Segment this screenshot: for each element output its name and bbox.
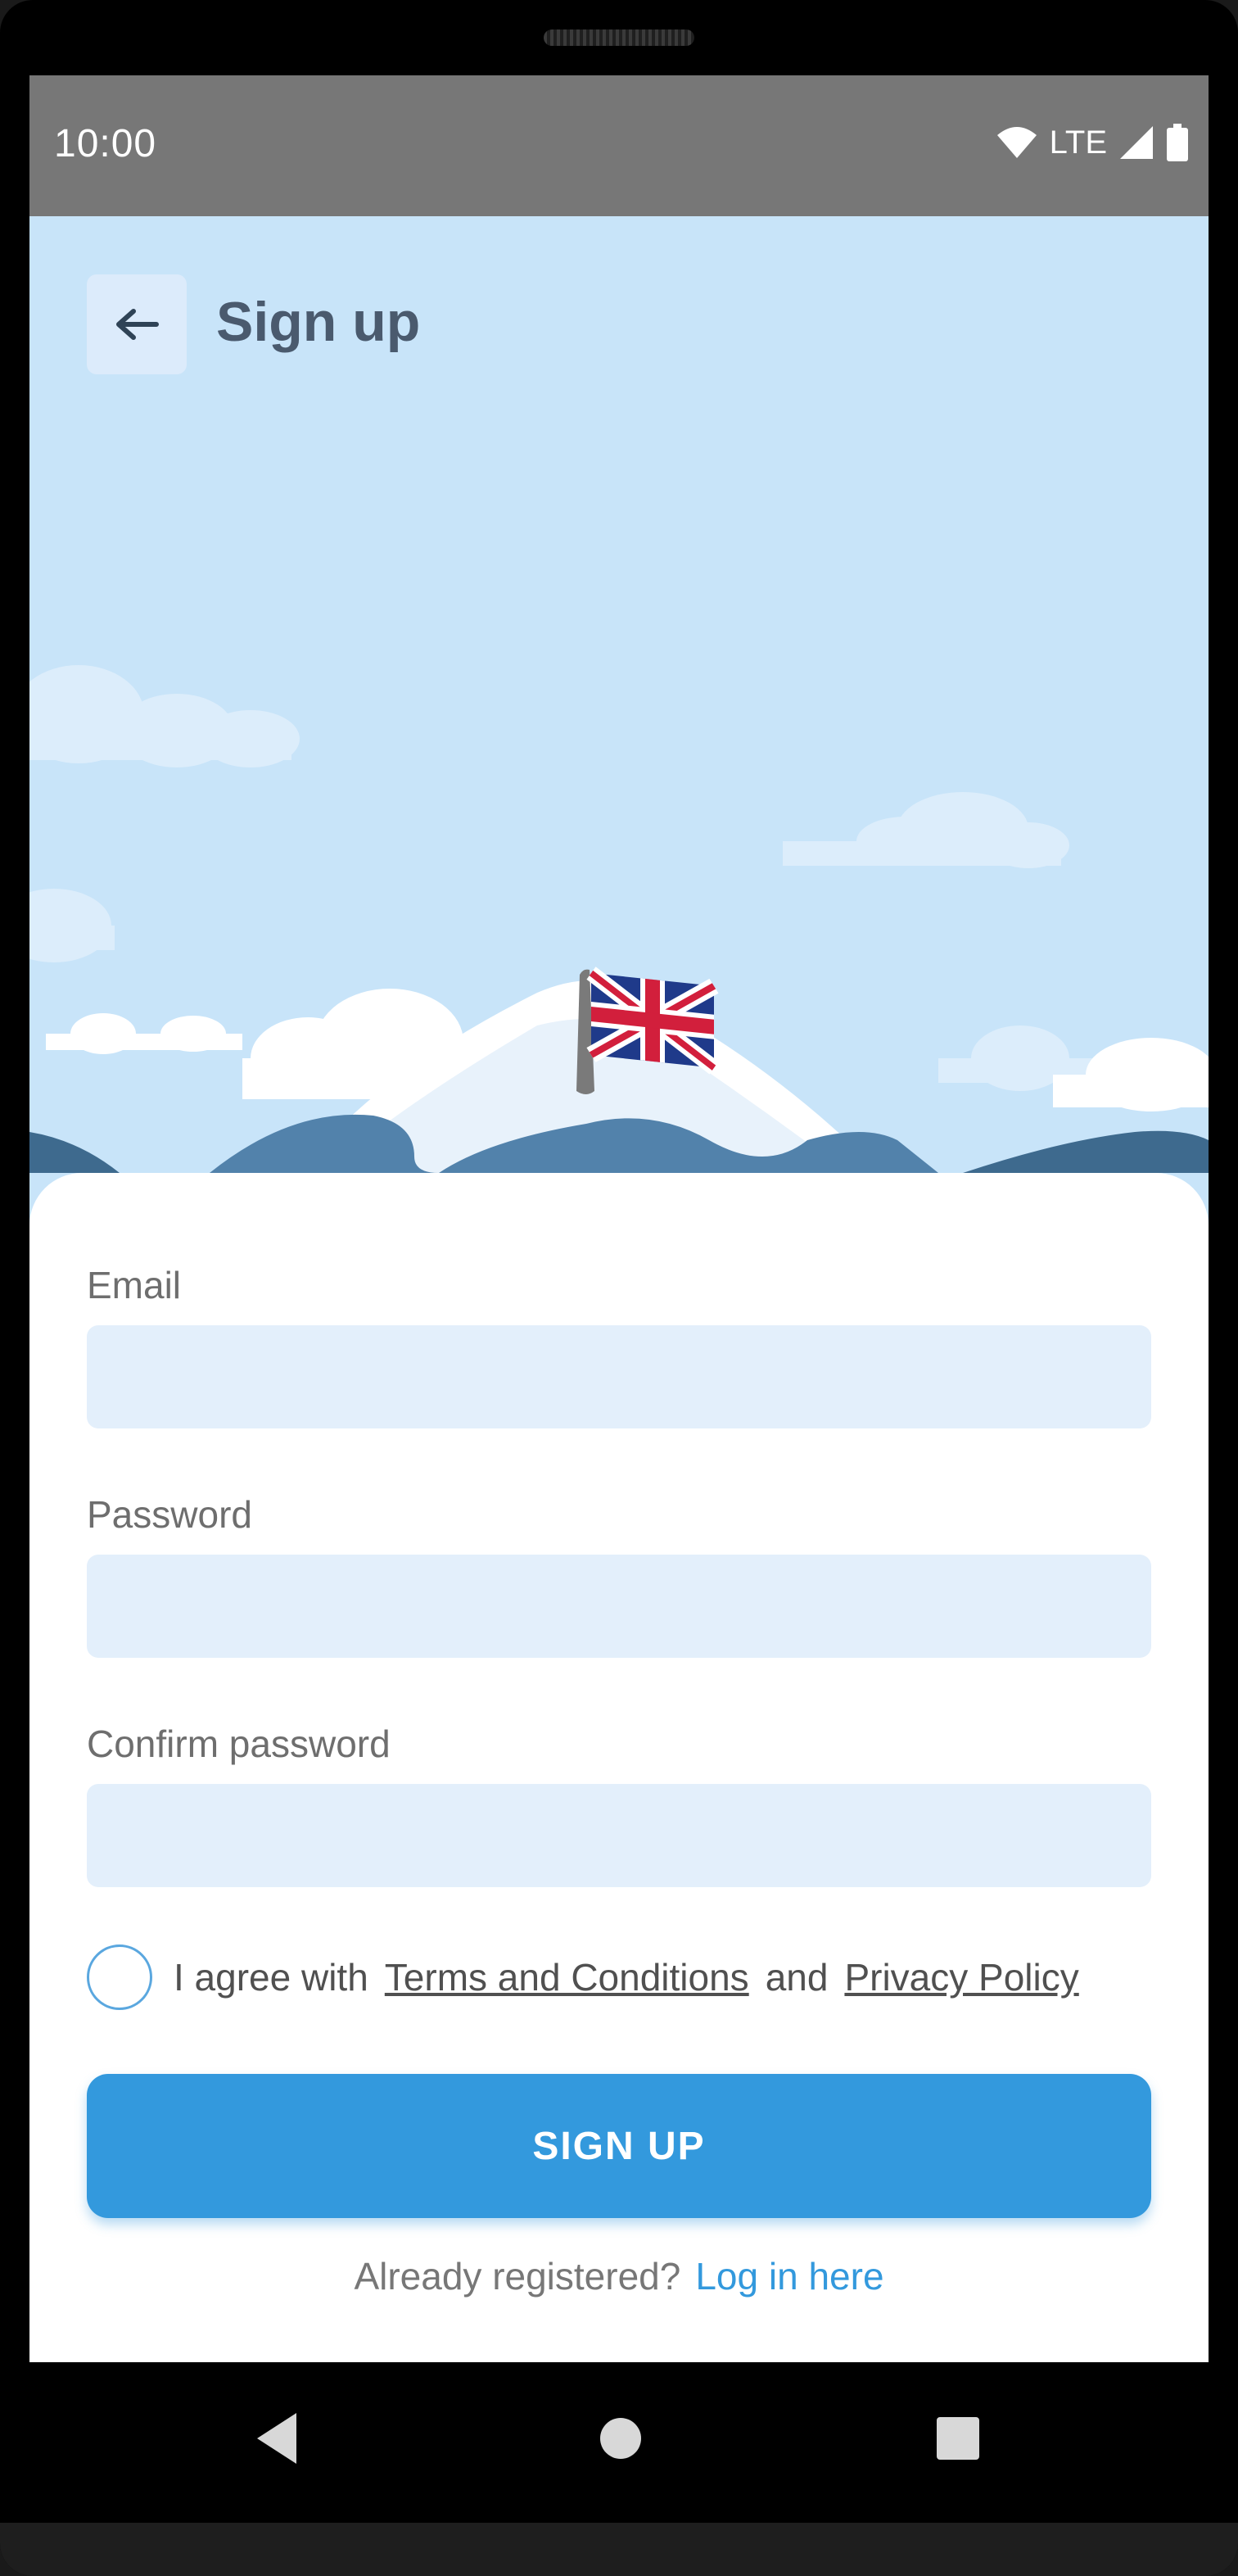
status-time: 10:00 — [54, 122, 157, 165]
nav-back-icon[interactable] — [252, 2410, 301, 2467]
status-bar: 10:00 LTE — [29, 75, 1209, 216]
cloud — [1053, 1038, 1209, 1111]
page-title: Sign up — [216, 291, 421, 353]
cloud — [783, 792, 1069, 868]
wifi-icon — [996, 127, 1037, 158]
nav-recents-icon[interactable] — [933, 2410, 983, 2467]
login-prompt-row: Already registered? Log in here — [29, 2254, 1209, 2298]
arrow-left-icon — [116, 309, 159, 340]
password-label: Password — [87, 1493, 252, 1536]
signal-icon — [1120, 126, 1153, 159]
network-type: LTE — [1049, 124, 1107, 161]
system-nav-bar — [29, 2362, 1209, 2523]
login-link[interactable]: Log in here — [695, 2255, 883, 2298]
app-screen: 10:00 LTE Sign up Email Password Confirm… — [29, 75, 1209, 2362]
cloud — [29, 665, 300, 767]
phone-frame: 10:00 LTE Sign up Email Password Confirm… — [0, 0, 1238, 2576]
agree-text: I agree with — [174, 1956, 368, 1999]
email-label: Email — [87, 1264, 182, 1306]
terms-link[interactable]: Terms and Conditions — [385, 1955, 749, 1999]
agree-joiner: and — [765, 1956, 829, 1999]
email-field[interactable] — [87, 1325, 1151, 1428]
cloud — [29, 889, 115, 962]
back-button[interactable] — [87, 274, 187, 374]
privacy-link[interactable]: Privacy Policy — [844, 1955, 1078, 1999]
union-jack-icon — [586, 967, 719, 1075]
agreement-row: I agree with Terms and Conditions and Pr… — [87, 1941, 1079, 2013]
hill-left — [29, 1132, 120, 1173]
login-prompt: Already registered? — [354, 2255, 681, 2298]
status-icons: LTE — [996, 123, 1189, 162]
sign-up-button[interactable]: SIGN UP — [87, 2074, 1151, 2218]
phone-bottom-edge — [0, 2523, 1238, 2576]
cloud — [46, 1013, 242, 1054]
confirm-password-field[interactable] — [87, 1784, 1151, 1887]
signup-card: Email Password Confirm password I agree … — [29, 1173, 1209, 2362]
confirm-password-label: Confirm password — [87, 1723, 391, 1765]
battery-icon — [1167, 124, 1188, 161]
nav-home-icon[interactable] — [596, 2410, 645, 2467]
password-field[interactable] — [87, 1555, 1151, 1658]
hill-right — [963, 1130, 1209, 1173]
agree-checkbox[interactable] — [87, 1944, 152, 2010]
phone-speaker — [544, 29, 694, 46]
